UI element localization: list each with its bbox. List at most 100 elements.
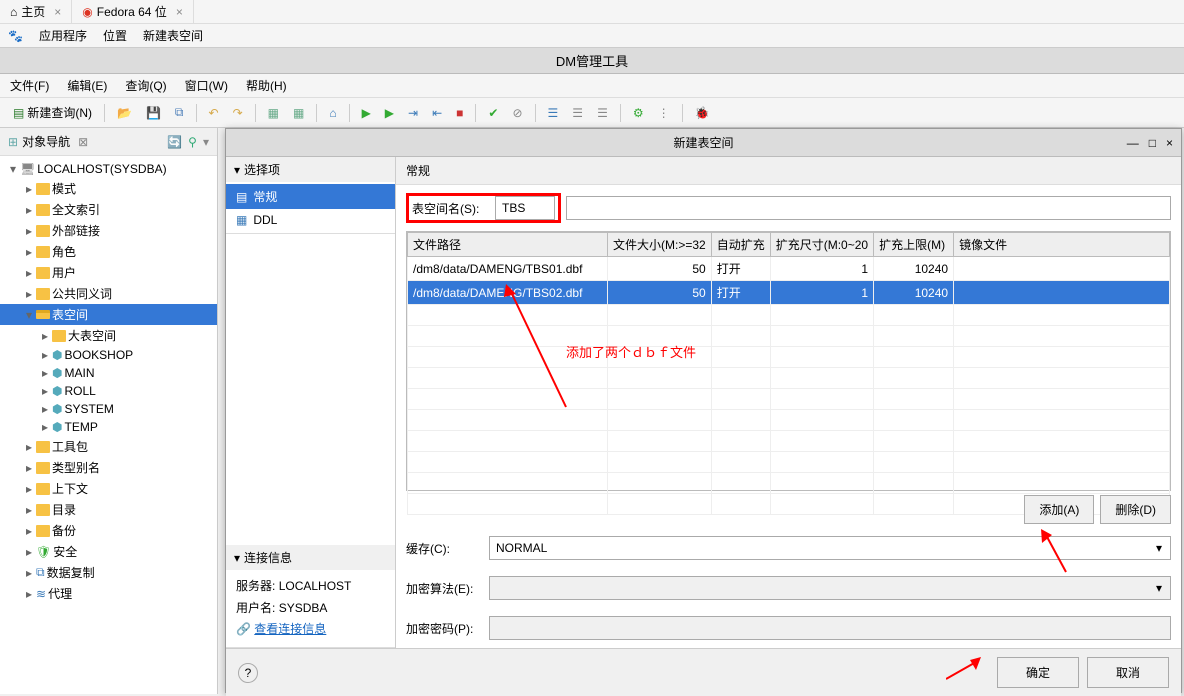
enc-pwd-input[interactable] [489,616,1171,640]
expand-icon[interactable]: ▸ [24,440,34,454]
tree-item[interactable]: ▸≋代理 [0,583,217,604]
debug-icon[interactable]: ⚙ [628,103,649,123]
import-icon[interactable]: ⇤ [427,103,447,123]
menu-apps[interactable]: 应用程序 [39,27,87,44]
table-row[interactable]: /dm8/data/DAMENG/TBS01.dbf50打开110240 [408,257,1170,281]
tree-item[interactable]: ▸大表空间 [0,325,217,346]
add-button[interactable]: 添加(A) [1024,495,1094,524]
table-row[interactable]: /dm8/data/DAMENG/TBS02.dbf50打开110240 [408,281,1170,305]
tree-item[interactable]: ▸公共同义词 [0,283,217,304]
col-max[interactable]: 扩充上限(M) [874,233,954,257]
ok-button[interactable]: 确定 [997,657,1079,688]
home-tb-icon[interactable]: ⌂ [324,103,341,123]
expand-icon[interactable]: ▸ [40,384,50,398]
menu-edit[interactable]: 编辑(E) [67,77,107,94]
script-icon[interactable]: ▦ [263,103,284,123]
expand-icon[interactable]: ▸ [24,182,34,196]
expand-icon[interactable]: ▸ [24,245,34,259]
config-icon[interactable]: ⋮ [653,103,675,123]
run-icon[interactable]: ▶ [357,103,376,123]
expand-icon[interactable]: ▸ [24,503,34,517]
save-icon[interactable]: 💾 [141,103,166,123]
filter-icon[interactable]: ⚲ [188,135,197,149]
collapse-icon[interactable]: ▾ [234,163,240,177]
new-query-button[interactable]: ▤新建查询(N) [8,101,97,124]
stop-icon[interactable]: ■ [451,103,468,123]
expand-icon[interactable]: ▸ [24,203,34,217]
expand-icon[interactable]: ▸ [40,402,50,416]
col-path[interactable]: 文件路径 [408,233,608,257]
close-nav-icon[interactable]: ⊠ [78,135,88,149]
minimize-icon[interactable]: — [1127,136,1139,150]
expand-icon[interactable]: ▸ [24,266,34,280]
expand-icon[interactable]: ▸ [24,287,34,301]
collapse-icon[interactable]: ▾ [203,135,209,149]
tree-item[interactable]: ▸全文索引 [0,199,217,220]
menu-query[interactable]: 查询(Q) [125,77,166,94]
tree-item[interactable]: ▸⬢ROLL [0,382,217,400]
tree-item[interactable]: ▸角色 [0,241,217,262]
chevron-down-icon[interactable]: ▾ [1148,537,1170,559]
chevron-down-icon[interactable]: ▾ [1148,577,1170,599]
expand-icon[interactable]: ▸ [24,224,34,238]
tree-item[interactable]: ▸⧉数据复制 [0,562,217,583]
view-connection-link[interactable]: 查看连接信息 [254,622,326,636]
cache-combo[interactable]: NORMAL▾ [489,536,1171,560]
ts-name-input[interactable] [495,196,555,220]
save-all-icon[interactable]: ⧉ [170,102,189,123]
tree-item[interactable]: ▸⬢SYSTEM [0,400,217,418]
tree-item[interactable]: ▸⬢BOOKSHOP [0,346,217,364]
expand-icon[interactable]: ▸ [24,545,34,559]
side-item-ddl[interactable]: ▦DDL [226,209,395,231]
tree-item[interactable]: ▸⬢MAIN [0,364,217,382]
collapse-icon[interactable]: ▾ [234,551,240,565]
undo-icon[interactable]: ↶ [204,103,224,123]
menu-help[interactable]: 帮助(H) [246,77,287,94]
run2-icon[interactable]: ▶ [380,103,399,123]
col-auto[interactable]: 自动扩充 [711,233,770,257]
tool3-icon[interactable]: ☰ [592,103,613,123]
export-icon[interactable]: ⇥ [403,103,423,123]
expand-icon[interactable]: ▸ [40,366,50,380]
menu-file[interactable]: 文件(F) [10,77,49,94]
tree-item[interactable]: ▸用户 [0,262,217,283]
side-item-general[interactable]: ▤常规 [226,184,395,209]
expand-icon[interactable]: ▾ [24,308,34,322]
menu-window[interactable]: 窗口(W) [185,77,228,94]
tree-item[interactable]: ▸上下文 [0,478,217,499]
cancel-button[interactable]: 取消 [1087,657,1169,688]
open-icon[interactable]: 📂 [112,103,137,123]
expand-icon[interactable]: ▸ [40,348,50,362]
tool-icon[interactable]: ☰ [543,103,564,123]
tool2-icon[interactable]: ☰ [567,103,588,123]
expand-icon[interactable]: ▸ [40,420,50,434]
expand-icon[interactable]: ▸ [24,524,34,538]
tree-item[interactable]: ▾🖥LOCALHOST(SYSDBA) [0,160,217,178]
redo-icon[interactable]: ↷ [228,103,248,123]
expand-icon[interactable]: ▸ [24,566,34,580]
commit-icon[interactable]: ✔ [483,103,503,123]
expand-icon[interactable]: ▸ [24,482,34,496]
close-icon[interactable]: × [176,5,183,19]
tree-item[interactable]: ▸外部链接 [0,220,217,241]
tree-item[interactable]: ▾表空间 [0,304,217,325]
close-dialog-icon[interactable]: × [1166,136,1173,150]
script2-icon[interactable]: ▦ [288,103,309,123]
tree-item[interactable]: ▸目录 [0,499,217,520]
menu-new-ts[interactable]: 新建表空间 [143,27,203,44]
maximize-icon[interactable]: □ [1149,136,1156,150]
enc-algo-combo[interactable]: ▾ [489,576,1171,600]
help-icon[interactable]: ? [238,663,258,683]
tree-item[interactable]: ▸模式 [0,178,217,199]
expand-icon[interactable]: ▸ [40,329,50,343]
tab-home[interactable]: ⌂ 主页 × [0,0,72,23]
tree-item[interactable]: ▸备份 [0,520,217,541]
refresh-icon[interactable]: 🔄 [167,135,182,149]
col-step[interactable]: 扩充尺寸(M:0~20 [770,233,873,257]
ts-name-ext-input[interactable] [566,196,1171,220]
tree-item[interactable]: ▸🛡安全 [0,541,217,562]
expand-icon[interactable]: ▸ [24,461,34,475]
col-mirror[interactable]: 镜像文件 [954,233,1170,257]
bug-icon[interactable]: 🐞 [690,103,715,123]
col-size[interactable]: 文件大小(M:>=32 [608,233,712,257]
